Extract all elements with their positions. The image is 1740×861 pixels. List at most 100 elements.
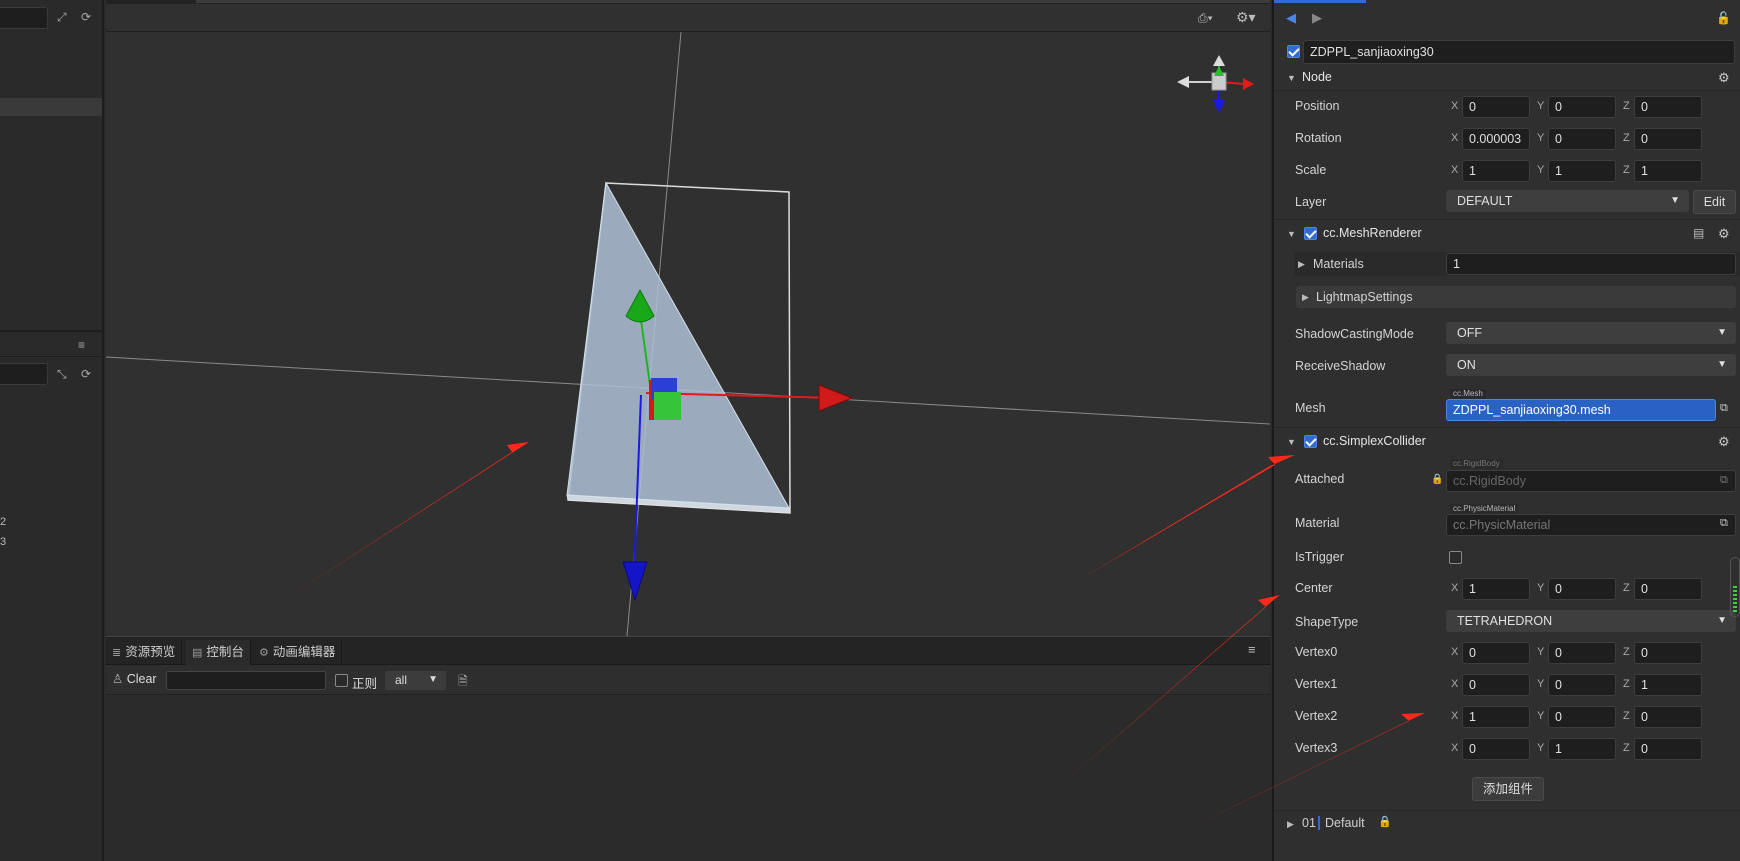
- istrigger-checkbox[interactable]: [1449, 551, 1462, 564]
- vertex1-z-input[interactable]: 1: [1634, 674, 1702, 696]
- add-component-button[interactable]: 添加组件: [1472, 777, 1544, 801]
- gear-icon[interactable]: ⚙: [1718, 434, 1730, 450]
- shapetype-select[interactable]: TETRAHEDRON ▼: [1446, 610, 1736, 632]
- vertex1-y-input[interactable]: 0: [1548, 674, 1616, 696]
- mesh-label: Mesh: [1295, 401, 1326, 415]
- triangle-mesh[interactable]: [566, 181, 790, 509]
- layer-footer-row[interactable]: ▶ 01 Default 🔒: [1274, 812, 1740, 834]
- collapse-triangle-icon: ▼: [1287, 229, 1296, 239]
- hierarchy-selected-row[interactable]: [0, 98, 102, 116]
- collider-enabled-checkbox[interactable]: [1304, 435, 1317, 448]
- center-x-input[interactable]: 1: [1462, 578, 1530, 600]
- layer-select[interactable]: DEFAULT ▼: [1446, 190, 1689, 212]
- tab-console[interactable]: ▤ 控制台: [186, 640, 251, 665]
- regex-checkbox[interactable]: [335, 674, 348, 687]
- settings-gear-icon[interactable]: ⚙▾: [1236, 9, 1256, 26]
- gizmo-x-handle-icon[interactable]: [818, 384, 854, 412]
- lightmap-settings-row[interactable]: ▶ LightmapSettings: [1296, 286, 1736, 308]
- shadowcasting-select[interactable]: OFF ▼: [1446, 322, 1736, 344]
- back-arrow-icon[interactable]: ◀: [1286, 10, 1296, 26]
- lock-icon[interactable]: 🔓: [1716, 11, 1731, 25]
- tab-animation-editor[interactable]: ⚙ 动画编辑器: [253, 640, 343, 665]
- mesh-asset-field[interactable]: ZDPPL_sanjiaoxing30.mesh: [1446, 399, 1716, 421]
- axis-z-label: Z: [1623, 164, 1630, 176]
- node-section-header[interactable]: ▼ Node ⚙: [1274, 65, 1740, 91]
- menu-icon[interactable]: ≡: [1248, 642, 1256, 657]
- vertex3-x-input[interactable]: 0: [1462, 738, 1530, 760]
- vertex0-x-input[interactable]: 0: [1462, 642, 1530, 664]
- vertex0-label: Vertex0: [1295, 645, 1338, 659]
- gizmo-plane-yz[interactable]: [654, 392, 681, 420]
- vertex2-x-input[interactable]: 1: [1462, 706, 1530, 728]
- gizmo-z-handle-icon[interactable]: [622, 561, 648, 602]
- lock-icon[interactable]: 🔒: [1378, 815, 1392, 828]
- meshrenderer-enabled-checkbox[interactable]: [1304, 227, 1317, 240]
- position-z-input[interactable]: 0: [1634, 96, 1702, 118]
- vertex2-z-input[interactable]: 0: [1634, 706, 1702, 728]
- tab-assets-preview[interactable]: ≣ 资源预览: [106, 640, 183, 665]
- scene-view[interactable]: ⎙▾ ⚙▾: [106, 0, 1270, 636]
- vertex0-z-input[interactable]: 0: [1634, 642, 1702, 664]
- vertex1-x-input[interactable]: 0: [1462, 674, 1530, 696]
- expand-icon[interactable]: ⤢: [57, 10, 67, 25]
- tab-icon: ⚙: [259, 647, 269, 659]
- vertex3-y-input[interactable]: 1: [1548, 738, 1616, 760]
- asset-number: 3: [0, 536, 7, 548]
- vertex1-label: Vertex1: [1295, 677, 1338, 691]
- axis-y-label: Y: [1537, 646, 1545, 658]
- refresh-icon[interactable]: ⟳: [81, 10, 91, 24]
- edit-layer-button[interactable]: Edit: [1693, 190, 1736, 214]
- book-icon[interactable]: ▤: [1693, 226, 1704, 240]
- vertex0-y-input[interactable]: 0: [1548, 642, 1616, 664]
- lock-icon: 🔒: [1431, 474, 1444, 485]
- tab-label: 控制台: [206, 645, 244, 659]
- scale-x-input[interactable]: 1: [1462, 160, 1530, 182]
- node-active-checkbox[interactable]: [1287, 45, 1300, 58]
- collapse-icon[interactable]: ⤡: [57, 367, 67, 382]
- position-y-input[interactable]: 0: [1548, 96, 1616, 118]
- node-name-input[interactable]: ZDPPL_sanjiaoxing30: [1303, 40, 1735, 64]
- scrollbar-thumb[interactable]: [1733, 586, 1737, 614]
- collider-section-header[interactable]: ▼ cc.SimplexCollider ⚙: [1274, 428, 1740, 454]
- log-level-select[interactable]: all ▼: [385, 671, 446, 690]
- camera-icon[interactable]: ⎙▾: [1198, 11, 1213, 26]
- gear-icon[interactable]: ⚙: [1718, 226, 1730, 242]
- scale-y-input[interactable]: 1: [1548, 160, 1616, 182]
- console-filter-input[interactable]: [166, 671, 326, 690]
- axis-x-label: X: [1451, 132, 1459, 144]
- meshrenderer-section-header[interactable]: ▼ cc.MeshRenderer ▤ ⚙: [1274, 220, 1740, 246]
- assets-search-input[interactable]: [0, 363, 48, 385]
- receiveshadow-select[interactable]: ON ▼: [1446, 354, 1736, 376]
- menu-icon[interactable]: ≡: [78, 338, 85, 352]
- scrollbar[interactable]: [1730, 557, 1740, 617]
- scale-z-input[interactable]: 1: [1634, 160, 1702, 182]
- file-icon[interactable]: 🗎: [458, 672, 468, 693]
- forward-arrow-icon[interactable]: ▶: [1312, 10, 1322, 26]
- expand-triangle-icon: ▶: [1287, 819, 1294, 829]
- refresh-icon[interactable]: ⟳: [81, 367, 91, 381]
- attached-label: Attached: [1295, 472, 1345, 486]
- center-z-input[interactable]: 0: [1634, 578, 1702, 600]
- scene-canvas[interactable]: [106, 0, 1270, 636]
- center-y-input[interactable]: 0: [1548, 578, 1616, 600]
- materials-count-input[interactable]: 1: [1446, 253, 1736, 275]
- axis-z-label: Z: [1623, 646, 1630, 658]
- position-x-input[interactable]: 0: [1462, 96, 1530, 118]
- rotation-y-input[interactable]: 0: [1548, 128, 1616, 150]
- gear-icon[interactable]: ⚙: [1718, 70, 1730, 86]
- section-title: cc.MeshRenderer: [1323, 226, 1422, 240]
- orientation-gizmo-icon[interactable]: [1177, 55, 1254, 113]
- rotation-x-input[interactable]: 0.000003: [1462, 128, 1530, 150]
- vertex3-z-input[interactable]: 0: [1634, 738, 1702, 760]
- vertex2-y-input[interactable]: 0: [1548, 706, 1616, 728]
- axis-y-label: Y: [1537, 100, 1545, 112]
- hierarchy-search-input[interactable]: [0, 7, 48, 29]
- tab-icon: ≣: [112, 647, 122, 659]
- clear-button[interactable]: ♙ Clear: [112, 671, 157, 689]
- attached-field: cc.RigidBody: [1446, 470, 1736, 492]
- axis-x-label: X: [1451, 646, 1459, 658]
- asset-picker-icon[interactable]: ⧉: [1720, 402, 1728, 415]
- asset-picker-icon[interactable]: ⧉: [1720, 517, 1728, 530]
- rotation-z-input[interactable]: 0: [1634, 128, 1702, 150]
- physic-material-field[interactable]: cc.PhysicMaterial: [1446, 514, 1736, 536]
